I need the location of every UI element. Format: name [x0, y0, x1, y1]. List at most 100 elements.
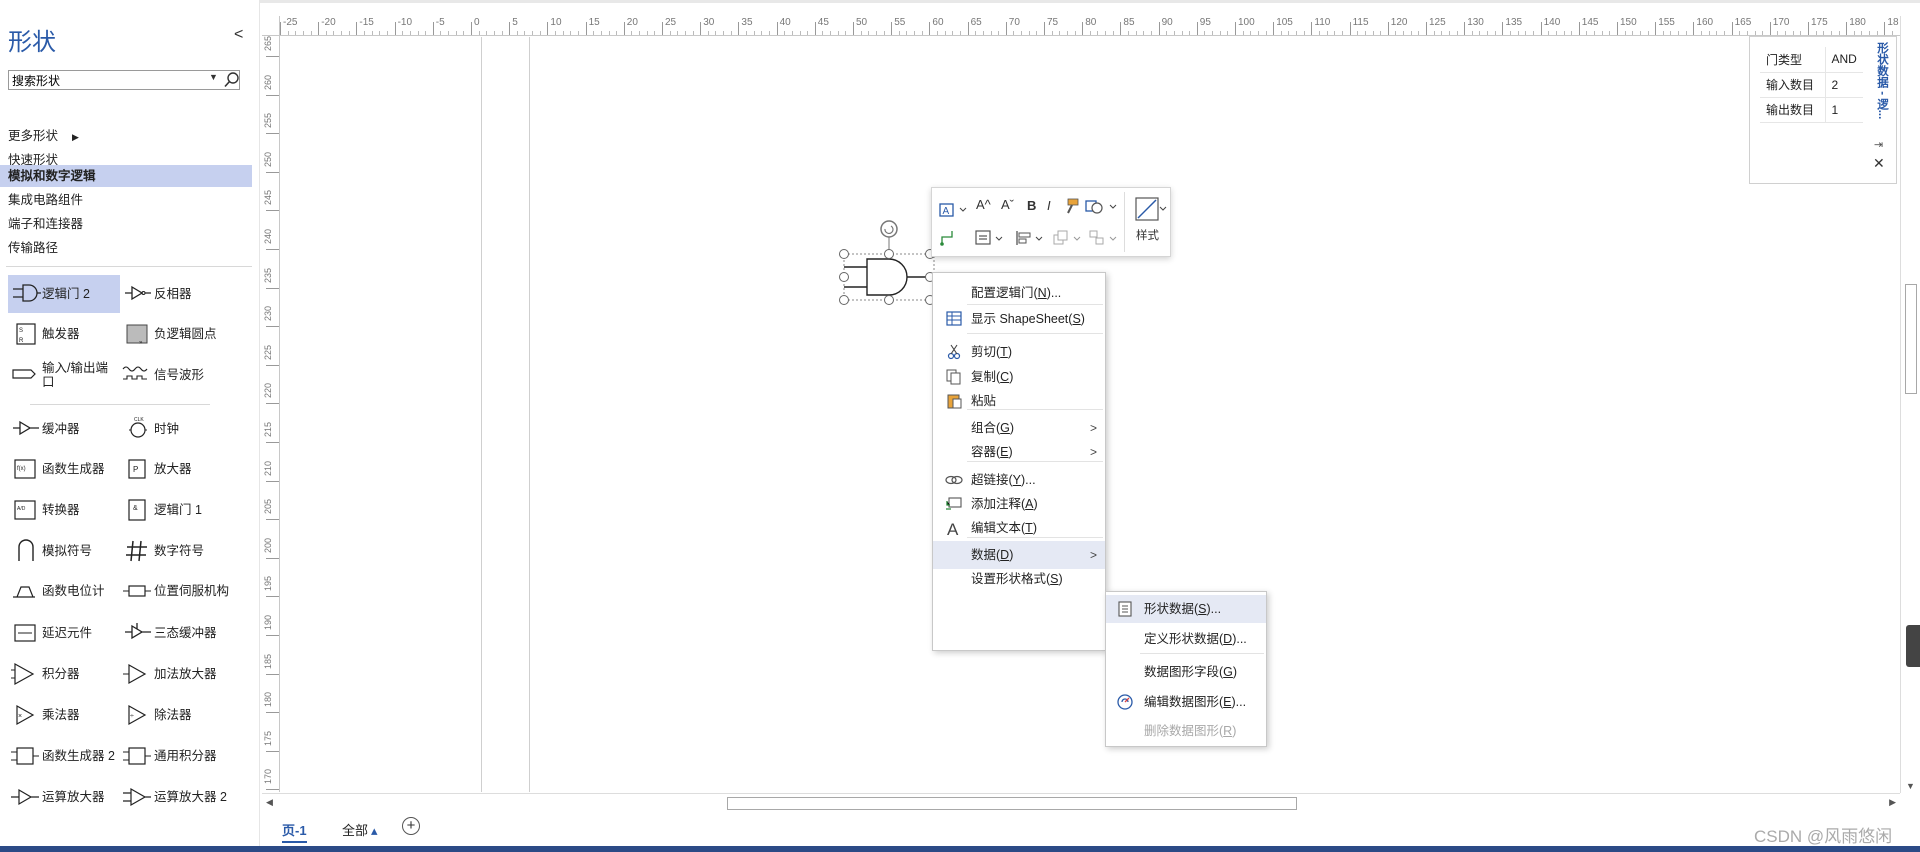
- selection-handle[interactable]: [839, 249, 849, 259]
- shape-fill-icon[interactable]: [1084, 197, 1120, 215]
- scroll-down-icon[interactable]: ▼: [1906, 781, 1915, 791]
- add-page-button[interactable]: +: [402, 817, 420, 835]
- divider-icon: ÷: [120, 700, 154, 730]
- and-gate-shape[interactable]: [825, 204, 935, 314]
- stencil-buffer[interactable]: 缓冲器: [8, 410, 120, 448]
- format-painter-icon[interactable]: [1062, 197, 1080, 215]
- vertical-scrollbar[interactable]: ▼: [1900, 16, 1920, 793]
- font-shrink-button[interactable]: Aˇ: [1001, 197, 1014, 212]
- category-analog-digital-logic[interactable]: 模拟和数字逻辑: [0, 165, 252, 187]
- stencil-divider[interactable]: ÷ 除法器: [120, 696, 232, 734]
- stencil-position-servo[interactable]: 位置伺服机构: [120, 572, 232, 610]
- selection-handle[interactable]: [839, 295, 849, 305]
- menu-item-show-shapesheet[interactable]: 显示 ShapeSheet(S): [933, 305, 1105, 333]
- shape-data-value[interactable]: AND: [1825, 47, 1863, 73]
- delay-element-icon: [8, 618, 42, 648]
- close-icon[interactable]: ✕: [1873, 155, 1885, 172]
- menu-item-container[interactable]: 容器(E) >: [933, 438, 1105, 466]
- stencil-and-gate[interactable]: 逻辑门 2: [8, 275, 120, 313]
- vertical-ruler[interactable]: 265 260 255 250 245 240 235 230 225 220 215 210 205 2…: [262, 36, 280, 792]
- bold-button[interactable]: B: [1027, 198, 1036, 213]
- bring-forward-icon[interactable]: [1052, 229, 1086, 247]
- tab-all-pages[interactable]: 全部 ▴: [342, 820, 378, 839]
- italic-button[interactable]: I: [1047, 198, 1051, 213]
- stencil-summing-amplifier[interactable]: 加法放大器: [120, 655, 232, 693]
- search-dropdown-icon[interactable]: ▼: [209, 72, 218, 82]
- stencil-flip-flop[interactable]: S R 触发器: [8, 315, 120, 353]
- stencil-converter[interactable]: A/D 转换器: [8, 491, 120, 529]
- search-input[interactable]: [9, 71, 199, 89]
- submenu-item-define-shape-data[interactable]: 定义形状数据(D)...: [1106, 625, 1266, 653]
- scroll-right-icon[interactable]: ▶: [1889, 797, 1896, 808]
- rotation-handle-icon[interactable]: [880, 220, 898, 238]
- shape-data-value[interactable]: 1: [1825, 97, 1863, 123]
- stencil-delay-element[interactable]: 延迟元件: [8, 614, 120, 652]
- submenu-item-shape-data[interactable]: 形状数据(S)...: [1106, 595, 1266, 623]
- ruler-minor-tick: [455, 31, 457, 35]
- category-transmission-paths[interactable]: 传输路径: [0, 237, 252, 259]
- menu-item-edit-text[interactable]: A 编辑文本(T): [933, 514, 1105, 542]
- menu-item-suffix: )...: [1206, 602, 1222, 616]
- style-gallery-icon[interactable]: [1132, 194, 1168, 224]
- connector-icon[interactable]: [938, 228, 960, 248]
- selection-handle[interactable]: [839, 272, 849, 282]
- submenu-item-edit-data-graphic[interactable]: 编辑数据图形(E)...: [1106, 688, 1266, 716]
- ruler-tick: [266, 403, 279, 405]
- stencil-signal-waveform[interactable]: 信号波形: [120, 356, 232, 394]
- menu-item-suffix: ): [1033, 497, 1038, 511]
- align-shapes-icon[interactable]: [1014, 229, 1048, 247]
- horizontal-ruler[interactable]: -25 -20 -15 -10 -5 0 5 10 15 20 25 30 35 40 45 50 55 60 65…: [262, 16, 1920, 36]
- ruler-label: 30: [703, 17, 715, 28]
- search-box[interactable]: ▼: [8, 70, 240, 90]
- ruler-label: 195: [263, 576, 273, 592]
- menu-item-configure-logic-gate[interactable]: 配置逻辑门(N)...: [933, 279, 1105, 307]
- horizontal-scrollbar[interactable]: ◀ ▶: [262, 793, 1900, 811]
- horizontal-scroll-thumb[interactable]: [727, 797, 1297, 810]
- scroll-left-icon[interactable]: ◀: [266, 797, 273, 808]
- stencil-function-generator[interactable]: f(x) 函数生成器: [8, 450, 120, 488]
- stencil-general-integrator[interactable]: 通用积分器: [120, 737, 232, 775]
- category-terminals-connectors[interactable]: 端子和连接器: [0, 213, 252, 235]
- stencil-inverter[interactable]: 反相器: [120, 275, 232, 313]
- stencil-io-port[interactable]: 输入/输出端口: [8, 356, 120, 394]
- menu-item-suffix: ): [1232, 665, 1238, 679]
- stencil-tristate-buffer[interactable]: 三态缓冲器: [120, 614, 232, 652]
- stencil-logic-gate-1[interactable]: & 逻辑门 1: [120, 491, 232, 529]
- table-row[interactable]: 门类型 AND: [1760, 47, 1863, 73]
- stencil-integrator[interactable]: 积分器: [8, 655, 120, 693]
- stencil-analog-symbol[interactable]: 模拟符号: [8, 532, 120, 570]
- group-icon[interactable]: [1088, 229, 1122, 247]
- stencil-op-amp[interactable]: 运算放大器: [8, 778, 120, 816]
- shape-data-value[interactable]: 2: [1825, 72, 1863, 98]
- align-text-icon[interactable]: [974, 229, 1006, 247]
- menu-item-format-shape[interactable]: 设置形状格式(S): [933, 565, 1105, 593]
- stencil-function-generator-2[interactable]: 函数生成器 2: [8, 737, 120, 775]
- stencil-clock[interactable]: CLK 时钟: [120, 410, 232, 448]
- stencil-function-potentiometer[interactable]: 函数电位计: [8, 572, 120, 610]
- ruler-tick: [1655, 22, 1657, 35]
- search-icon[interactable]: [223, 71, 241, 89]
- selection-handle[interactable]: [884, 295, 894, 305]
- stencil-op-amp-2[interactable]: 运算放大器 2: [120, 778, 232, 816]
- menu-item-paste[interactable]: 粘贴: [933, 387, 1105, 415]
- side-panel-handle[interactable]: [1906, 625, 1920, 667]
- stencil-multiplier[interactable]: × 乘法器: [8, 696, 120, 734]
- category-ic-components[interactable]: 集成电路组件: [0, 189, 252, 211]
- vertical-scroll-thumb[interactable]: [1905, 284, 1917, 394]
- stencil-negative-logic-dot[interactable]: » 负逻辑圆点: [120, 315, 232, 353]
- table-row[interactable]: 输入数目 2: [1760, 72, 1863, 98]
- category-more-shapes[interactable]: 更多形状 ▶: [0, 125, 252, 147]
- submenu-item-data-graphic-fields[interactable]: 数据图形字段(G): [1106, 658, 1266, 686]
- category-label: 更多形状: [8, 129, 59, 143]
- pin-icon[interactable]: ⇥: [1874, 138, 1883, 151]
- text-box-icon[interactable]: A: [938, 200, 968, 218]
- menu-item-cut[interactable]: 剪切(T): [933, 338, 1105, 366]
- selection-handle[interactable]: [884, 249, 894, 259]
- stencil-amplifier[interactable]: P 放大器: [120, 450, 232, 488]
- tab-page-1[interactable]: 页-1: [282, 820, 307, 843]
- stencil-digital-symbol[interactable]: 数字符号: [120, 532, 232, 570]
- collapse-panel-button[interactable]: <: [234, 26, 243, 44]
- style-label[interactable]: 样式: [1136, 227, 1159, 243]
- table-row[interactable]: 输出数目 1: [1760, 97, 1863, 123]
- font-grow-button[interactable]: A^: [976, 197, 991, 212]
